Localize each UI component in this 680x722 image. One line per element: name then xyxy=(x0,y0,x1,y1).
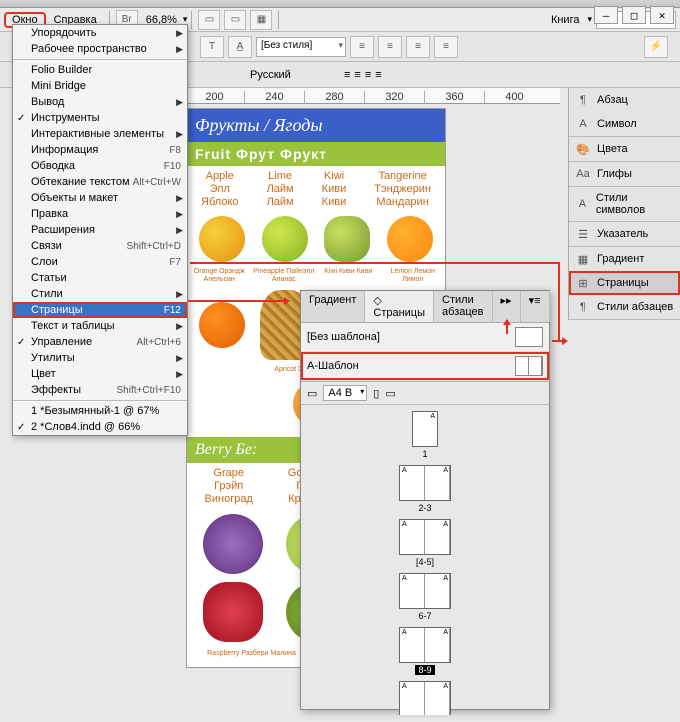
window-menu-dropdown: Упорядочить ▶ Рабочее пространство ▶ Fol… xyxy=(12,24,188,436)
panel-icon: 🎨 xyxy=(575,142,591,156)
language-dropdown[interactable]: Русский xyxy=(250,69,340,81)
menu-item[interactable]: ✓ 2 *Слов4.indd @ 66% xyxy=(13,419,187,435)
annotation-arrow xyxy=(506,320,508,334)
menu-item[interactable]: Информация F8 xyxy=(13,142,187,158)
page-thumbnail[interactable]: A1 xyxy=(412,411,438,459)
panel-flyout-icon[interactable]: ▾≡ xyxy=(521,291,550,322)
side-panel-item[interactable]: 🎨 Цвета xyxy=(569,137,680,161)
page-tool-icon[interactable]: ▭ xyxy=(307,387,317,400)
menu-item[interactable]: Слои F7 xyxy=(13,254,187,270)
side-panel-item[interactable]: A Символ xyxy=(569,112,680,136)
menu-item[interactable]: Обтекание текстом Alt+Ctrl+W xyxy=(13,174,187,190)
side-panel-item[interactable]: ¶ Абзац xyxy=(569,88,680,112)
pages-panel: Градиент◇ СтраницыСтили абзацев▸▸▾≡ [Без… xyxy=(300,290,550,710)
side-panel-dock: ¶ Абзац A Символ 🎨 Цвета Aa Глифы A Стил… xyxy=(568,88,680,320)
menu-item[interactable]: Стили ▶ xyxy=(13,286,187,302)
page-thumbnail[interactable]: AA[4-5] xyxy=(399,519,451,567)
menu-item[interactable]: Цвет ▶ xyxy=(13,366,187,382)
menu-item[interactable]: Упорядочить ▶ xyxy=(13,25,187,41)
doc-heading-1: Фрукты / Ягоды xyxy=(187,109,445,142)
panel-icon: Aa xyxy=(575,167,591,181)
menu-item[interactable]: Утилиты ▶ xyxy=(13,350,187,366)
menu-item[interactable]: ✓ Инструменты xyxy=(13,110,187,126)
menu-item[interactable]: Вывод ▶ xyxy=(13,94,187,110)
orientation-portrait-icon[interactable]: ▯ xyxy=(373,387,379,400)
side-panel-item[interactable]: Aa Глифы xyxy=(569,162,680,186)
maximize-button[interactable]: □ xyxy=(622,6,646,24)
close-button[interactable]: ✕ xyxy=(650,6,674,24)
align-right-icon[interactable]: ≡ xyxy=(406,36,430,58)
screen-mode-icon[interactable]: ▭ xyxy=(224,10,246,30)
doc-heading-2: Fruit Фрут Фрукт xyxy=(187,142,445,166)
flash-icon[interactable]: ⚡ xyxy=(644,36,668,58)
arrange-icon[interactable]: ▦ xyxy=(250,10,272,30)
panel-icon: ¶ xyxy=(575,300,591,314)
menu-item[interactable]: Страницы F12 xyxy=(13,302,187,318)
view-mode-icon[interactable]: ▭ xyxy=(198,10,220,30)
align-left-icon[interactable]: ≡ xyxy=(350,36,374,58)
menu-item[interactable]: Folio Builder xyxy=(13,62,187,78)
master-none-row[interactable]: [Без шаблона] xyxy=(301,323,549,352)
menu-item[interactable]: Эффекты Shift+Ctrl+F10 xyxy=(13,382,187,398)
master-a-row[interactable]: A-Шаблон xyxy=(301,352,549,381)
menu-item[interactable]: Расширения ▶ xyxy=(13,222,187,238)
text-tool-icon[interactable]: T xyxy=(200,36,224,58)
page-thumbnail[interactable]: AA6-7 xyxy=(399,573,451,621)
menu-item[interactable]: Связи Shift+Ctrl+D xyxy=(13,238,187,254)
menu-item[interactable]: 1 *Безымянный-1 @ 67% xyxy=(13,403,187,419)
menu-item[interactable]: Правка ▶ xyxy=(13,206,187,222)
page-thumbnail[interactable]: AA2-3 xyxy=(399,465,451,513)
justify-all-center-icon[interactable]: ≡ xyxy=(354,69,360,81)
menu-item[interactable]: Статьи xyxy=(13,270,187,286)
panel-tab[interactable]: Градиент xyxy=(301,291,365,322)
justify-all-left-icon[interactable]: ≡ xyxy=(344,69,350,81)
menu-item[interactable]: Текст и таблицы ▶ xyxy=(13,318,187,334)
menu-item[interactable]: Обводка F10 xyxy=(13,158,187,174)
page-thumbnail[interactable]: AA10-11 xyxy=(399,681,451,715)
justify-all-right-icon[interactable]: ≡ xyxy=(365,69,371,81)
orientation-landscape-icon[interactable]: ▭ xyxy=(385,387,395,400)
page-thumbnail[interactable]: AA8-9 xyxy=(399,627,451,675)
menu-item[interactable]: Mini Bridge xyxy=(13,78,187,94)
side-panel-item[interactable]: ⊞ Страницы xyxy=(569,271,680,295)
panel-icon: ⊞ xyxy=(575,276,591,290)
side-panel-item[interactable]: ☰ Указатель xyxy=(569,222,680,246)
align-justify-icon[interactable]: ≡ xyxy=(434,36,458,58)
book-label: Книга xyxy=(543,12,588,28)
side-panel-item[interactable]: A Стили символов xyxy=(569,187,680,221)
annotation-arrow xyxy=(188,300,288,302)
char-style-dropdown[interactable]: [Без стиля] xyxy=(256,37,346,57)
horizontal-ruler: 200240280320360400 xyxy=(184,88,560,104)
justify-full-icon[interactable]: ≡ xyxy=(375,69,381,81)
side-panel-item[interactable]: ¶ Стили абзацев xyxy=(569,295,680,319)
annotation-arrow xyxy=(552,340,566,342)
align-center-icon[interactable]: ≡ xyxy=(378,36,402,58)
panel-icon: ¶ xyxy=(575,93,591,107)
panel-icon: A xyxy=(575,197,590,211)
menu-item[interactable]: ✓ Управление Alt+Ctrl+6 xyxy=(13,334,187,350)
menu-item[interactable]: Объекты и макет ▶ xyxy=(13,190,187,206)
panel-tab[interactable]: ◇ Страницы xyxy=(365,291,434,322)
char-icon[interactable]: A̲ xyxy=(228,36,252,58)
panel-icon: A xyxy=(575,117,591,131)
side-panel-item[interactable]: ▦ Градиент xyxy=(569,247,680,271)
panel-icon: ☰ xyxy=(575,227,591,241)
menu-item[interactable]: Рабочее пространство ▶ xyxy=(13,41,187,57)
panel-icon: ▦ xyxy=(575,252,591,266)
minimize-button[interactable]: — xyxy=(594,6,618,24)
page-size-dropdown[interactable]: A4 В xyxy=(323,385,367,401)
panel-tab[interactable]: Стили абзацев xyxy=(434,291,492,322)
menu-item[interactable]: Интерактивные элементы ▶ xyxy=(13,126,187,142)
